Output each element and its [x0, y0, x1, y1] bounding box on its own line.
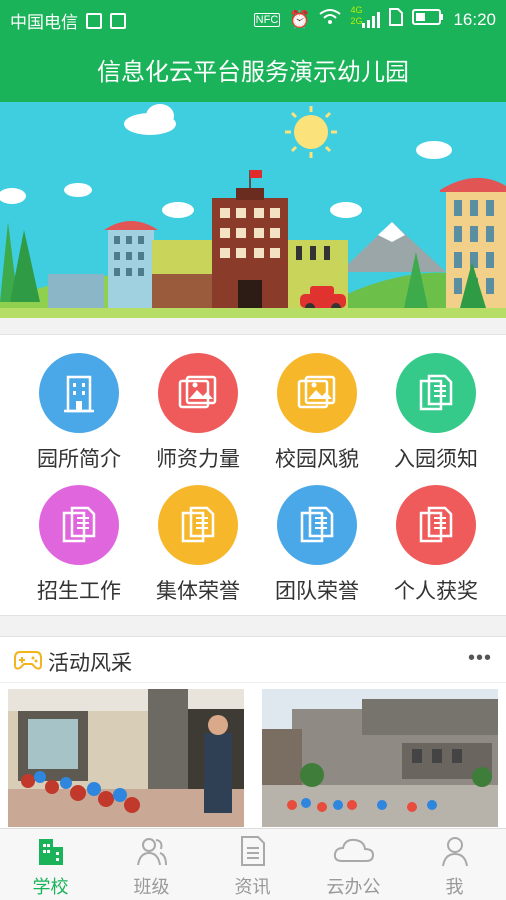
- header: 信息化云平台服务演示幼儿园: [0, 36, 506, 102]
- sim-icon: [86, 12, 102, 29]
- signal-icon: 4G 2G: [350, 5, 381, 30]
- grid-item-label: 园所简介: [37, 448, 121, 471]
- banner-image[interactable]: [0, 102, 506, 318]
- document-icon: [277, 485, 357, 565]
- more-button[interactable]: •••: [468, 647, 492, 670]
- status-bar: 中国电信 NFC ⏰ 4G 2G 16:20: [0, 0, 506, 36]
- sim-card-icon: [389, 8, 404, 31]
- gallery-icon: [277, 353, 357, 433]
- activity-photo-2[interactable]: [262, 689, 498, 827]
- grid-item-label: 校园风貌: [275, 448, 359, 471]
- image-icon: [110, 12, 126, 29]
- section-title: 活动风采: [48, 652, 132, 675]
- grid-item[interactable]: 集体荣誉: [135, 485, 261, 605]
- grid-item[interactable]: 校园风貌: [254, 353, 380, 473]
- school-icon: [35, 835, 67, 867]
- tab-label: 我: [445, 877, 464, 897]
- users-icon: [136, 835, 168, 867]
- nfc-icon: NFC: [253, 12, 281, 27]
- tab-school[interactable]: 学校: [0, 829, 101, 900]
- document-icon: [396, 485, 476, 565]
- tab-label: 云办公: [326, 877, 381, 897]
- person-icon: [439, 835, 471, 867]
- banner-illustration: [0, 102, 506, 318]
- tab-users[interactable]: 班级: [101, 829, 202, 900]
- grid-item[interactable]: 团队荣誉: [254, 485, 380, 605]
- grid-item-label: 师资力量: [156, 448, 240, 471]
- network-type-label-2: 2G: [350, 15, 363, 26]
- clock: 16:20: [453, 9, 496, 29]
- grid-item[interactable]: 园所简介: [16, 353, 142, 473]
- document-icon: [158, 485, 238, 565]
- gallery-icon: [158, 353, 238, 433]
- grid-item[interactable]: 师资力量: [135, 353, 261, 473]
- alarm-icon: ⏰: [289, 9, 311, 29]
- tab-news[interactable]: 资讯: [202, 829, 303, 900]
- cloud-icon: [332, 835, 375, 867]
- news-icon: [237, 835, 269, 867]
- tab-label: 资讯: [234, 877, 271, 897]
- building-icon: [39, 353, 119, 433]
- grid-item[interactable]: 个人获奖: [373, 485, 499, 605]
- battery-icon: [412, 9, 444, 30]
- grid-item-label: 招生工作: [37, 580, 121, 603]
- activity-photo-1[interactable]: [8, 689, 244, 827]
- carrier-label: 中国电信: [10, 13, 78, 32]
- grid-item-label: 团队荣誉: [275, 580, 359, 603]
- grid-item-label: 个人获奖: [394, 580, 478, 603]
- grid-item[interactable]: 入园须知: [373, 353, 499, 473]
- activity-header: 活动风采 •••: [0, 637, 506, 683]
- page-title: 信息化云平台服务演示幼儿园: [97, 58, 409, 86]
- grid-item[interactable]: 招生工作: [16, 485, 142, 605]
- photo-image: [262, 689, 498, 827]
- network-type-label: 4G: [350, 4, 363, 15]
- photo-image: [8, 689, 244, 827]
- tab-label: 班级: [133, 877, 170, 897]
- document-icon: [39, 485, 119, 565]
- tab-label: 学校: [32, 877, 69, 897]
- activity-section: 活动风采 •••: [0, 636, 506, 828]
- tab-person[interactable]: 我: [404, 829, 505, 900]
- bottom-tab-bar: 学校 班级 资讯 云办公 我: [0, 828, 506, 900]
- grid-item-label: 入园须知: [394, 448, 478, 471]
- grid-item-label: 集体荣誉: [156, 580, 240, 603]
- tab-cloud[interactable]: 云办公: [303, 829, 404, 900]
- wifi-icon: [319, 8, 342, 31]
- gamepad-icon: [14, 649, 42, 676]
- feature-grid: 园所简介 师资力量 校园风貌 入园须知招生工作 集体荣誉 团队荣誉 个人获奖: [0, 334, 506, 616]
- document-icon: [396, 353, 476, 433]
